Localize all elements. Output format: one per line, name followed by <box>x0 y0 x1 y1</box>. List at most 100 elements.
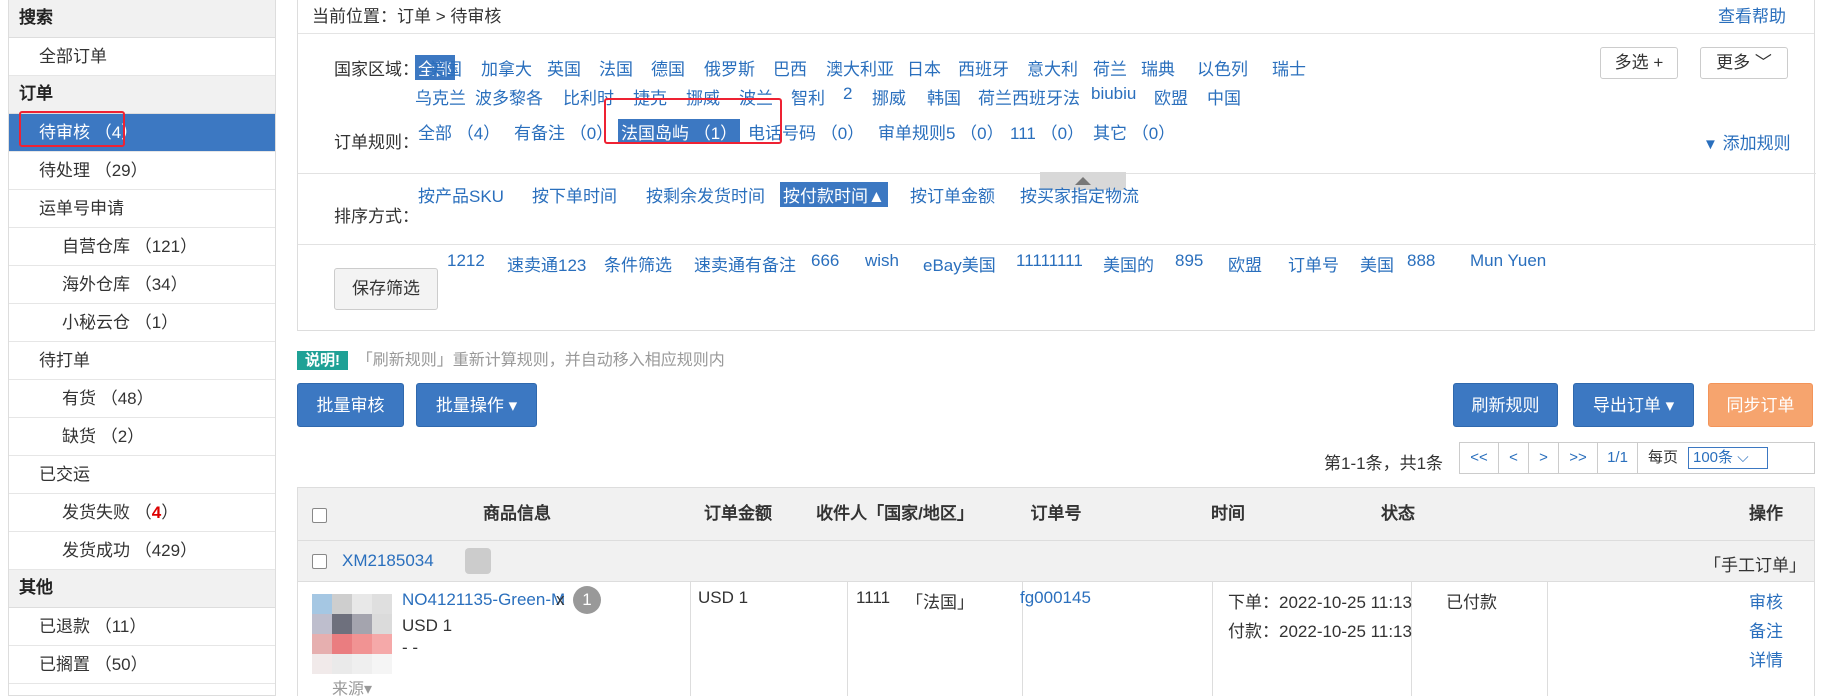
country-option[interactable]: 智利 <box>791 84 825 109</box>
saved-filter-option[interactable]: Mun Yuen <box>1470 251 1546 271</box>
rule-option[interactable]: 全部 （4） <box>418 119 500 144</box>
more-countries-button[interactable]: 更多 ﹀ <box>1700 47 1788 79</box>
batch-operations-button[interactable]: 批量操作 ▾ <box>416 383 537 427</box>
sidebar-item[interactable]: 发货失败 （4） <box>9 494 275 532</box>
rule-option[interactable]: 111 （0） <box>1010 119 1084 144</box>
country-option[interactable]: 巴西 <box>773 55 807 80</box>
pager-first-button[interactable]: << <box>1459 442 1499 474</box>
pager-next-button[interactable]: > <box>1528 442 1559 474</box>
rule-option[interactable]: 有备注 （0） <box>514 119 613 144</box>
rule-option[interactable]: 其它 （0） <box>1093 119 1175 144</box>
save-filter-button[interactable]: 保存筛选 <box>334 268 438 310</box>
multi-select-button[interactable]: 多选 + <box>1600 47 1678 79</box>
country-option[interactable]: 以色列 <box>1197 55 1248 80</box>
note-link[interactable]: 备注 <box>1749 617 1783 642</box>
country-option[interactable]: 2 <box>843 84 852 104</box>
saved-filter-option[interactable]: 666 <box>811 251 839 271</box>
sidebar-item[interactable]: 自营仓库 （121） <box>9 228 275 266</box>
country-option[interactable]: 德国 <box>651 55 685 80</box>
rules-label: 订单规则： <box>334 133 419 152</box>
saved-filter-option[interactable]: 895 <box>1175 251 1203 271</box>
tag-icon[interactable] <box>465 548 491 574</box>
sidebar-item[interactable]: 待审核 （4） <box>9 111 275 152</box>
sidebar-item-label: 待打单 <box>39 351 90 370</box>
product-sku-link[interactable]: NO4121135-Green-M <box>402 590 565 610</box>
review-link[interactable]: 审核 <box>1749 588 1783 613</box>
country-option[interactable]: 挪威 <box>872 84 906 109</box>
highlight-box <box>19 111 125 147</box>
sidebar-item[interactable]: 缺货 （2） <box>9 418 275 456</box>
saved-filter-option[interactable]: 欧盟 <box>1228 251 1262 276</box>
saved-filter-option[interactable]: eBay美国 <box>923 251 996 276</box>
saved-filter-option[interactable]: 订单号 <box>1288 251 1339 276</box>
sort-option[interactable]: 按剩余发货时间 <box>646 182 765 207</box>
saved-filter-option[interactable]: 888 <box>1407 251 1435 271</box>
product-thumbnail[interactable] <box>312 594 392 674</box>
country-option[interactable]: 波多黎各 <box>475 84 543 109</box>
saved-filter-option[interactable]: 11111111 <box>1016 251 1083 271</box>
source-dropdown[interactable]: 来源▾ <box>332 675 372 696</box>
country-option[interactable]: 意大利 <box>1027 55 1078 80</box>
pager-prev-button[interactable]: < <box>1498 442 1529 474</box>
sidebar-item[interactable]: 发货成功 （429） <box>9 532 275 570</box>
country-option[interactable]: 欧盟 <box>1154 84 1188 109</box>
country-option[interactable]: 美国 <box>428 55 462 80</box>
sidebar-item[interactable]: 海外仓库 （34） <box>9 266 275 304</box>
batch-review-button[interactable]: 批量审核 <box>297 383 404 427</box>
country-option[interactable]: 中国 <box>1207 84 1241 109</box>
country-option[interactable]: 加拿大 <box>481 55 532 80</box>
pager-last-button[interactable]: >> <box>1558 442 1598 474</box>
country-option[interactable]: 荷兰 <box>1093 55 1127 80</box>
country-option[interactable]: 西班牙 <box>958 55 1009 80</box>
country-option[interactable]: 瑞士 <box>1272 55 1306 80</box>
sort-option[interactable]: 按产品SKU <box>418 182 504 207</box>
country-option[interactable]: 荷兰西班牙法 <box>978 84 1080 109</box>
saved-filter-option[interactable]: 条件筛选 <box>604 251 672 276</box>
country-option[interactable]: 日本 <box>907 55 941 80</box>
order-number-link[interactable]: fg000145 <box>1020 588 1091 608</box>
sidebar-item[interactable]: 已交运 <box>9 456 275 494</box>
help-link[interactable]: 查看帮助 <box>1718 0 1786 34</box>
sidebar-item[interactable]: 待处理 （29） <box>9 152 275 190</box>
sync-orders-button[interactable]: 同步订单 <box>1708 383 1813 427</box>
order-checkbox[interactable] <box>312 554 327 569</box>
country-option[interactable]: 韩国 <box>927 84 961 109</box>
per-page-select[interactable]: 100条 ⌵ <box>1688 447 1768 469</box>
sort-label: 排序方式： <box>334 207 419 226</box>
sidebar-item[interactable]: 待打单 <box>9 342 275 380</box>
export-orders-button[interactable]: 导出订单 ▾ <box>1573 383 1694 427</box>
country-option[interactable]: 澳大利亚 <box>826 55 894 80</box>
saved-filter-option[interactable]: 美国 <box>1360 251 1394 276</box>
sort-option[interactable]: 按订单金额 <box>910 182 995 207</box>
sidebar-item[interactable]: 已退款 （11） <box>9 608 275 646</box>
sort-option[interactable]: 按付款时间▲ <box>780 182 888 207</box>
rule-option[interactable]: 审单规则5 （0） <box>878 119 1004 144</box>
sidebar: 搜索 全部订单 订单 待审核 （4） 待处理 （29） 运单号申请 自营仓库 （121） 海外… <box>8 0 276 696</box>
col-actions: 操作 <box>1749 504 1783 523</box>
country-option[interactable]: 乌克兰 <box>415 84 466 109</box>
sidebar-item[interactable]: 已搁置 （50） <box>9 646 275 684</box>
country-option[interactable]: biubiu <box>1091 84 1136 104</box>
sidebar-item[interactable]: 小秘云仓 （1） <box>9 304 275 342</box>
country-option[interactable]: 俄罗斯 <box>704 55 755 80</box>
country-option[interactable]: 法国 <box>599 55 633 80</box>
sort-option[interactable]: 按买家指定物流 <box>1020 182 1139 207</box>
sidebar-item[interactable]: 有货 （48） <box>9 380 275 418</box>
saved-filter-option[interactable]: 速卖通有备注 <box>694 251 796 276</box>
sort-option[interactable]: 按下单时间 <box>532 182 617 207</box>
add-rule-link[interactable]: ▼ 添加规则 <box>1703 129 1791 154</box>
per-page-label: 每页 <box>1648 449 1679 466</box>
detail-link[interactable]: 详情 <box>1749 646 1783 671</box>
refresh-rules-button[interactable]: 刷新规则 <box>1453 383 1558 427</box>
order-group-id[interactable]: XM2185034 <box>342 551 434 571</box>
saved-filter-option[interactable]: wish <box>865 251 899 271</box>
col-status: 状态 <box>1381 504 1415 523</box>
sidebar-item[interactable]: 运单号申请 <box>9 190 275 228</box>
country-option[interactable]: 瑞典 <box>1141 55 1175 80</box>
saved-filter-option[interactable]: 1212 <box>447 251 485 271</box>
saved-filter-option[interactable]: 速卖通123 <box>507 251 586 276</box>
country-option[interactable]: 英国 <box>547 55 581 80</box>
sidebar-item[interactable]: 全部订单 <box>9 38 275 76</box>
saved-filter-option[interactable]: 美国的 <box>1103 251 1154 276</box>
info-note: 说明! 「刷新规则」重新计算规则，并自动移入相应规则内 <box>297 346 725 370</box>
